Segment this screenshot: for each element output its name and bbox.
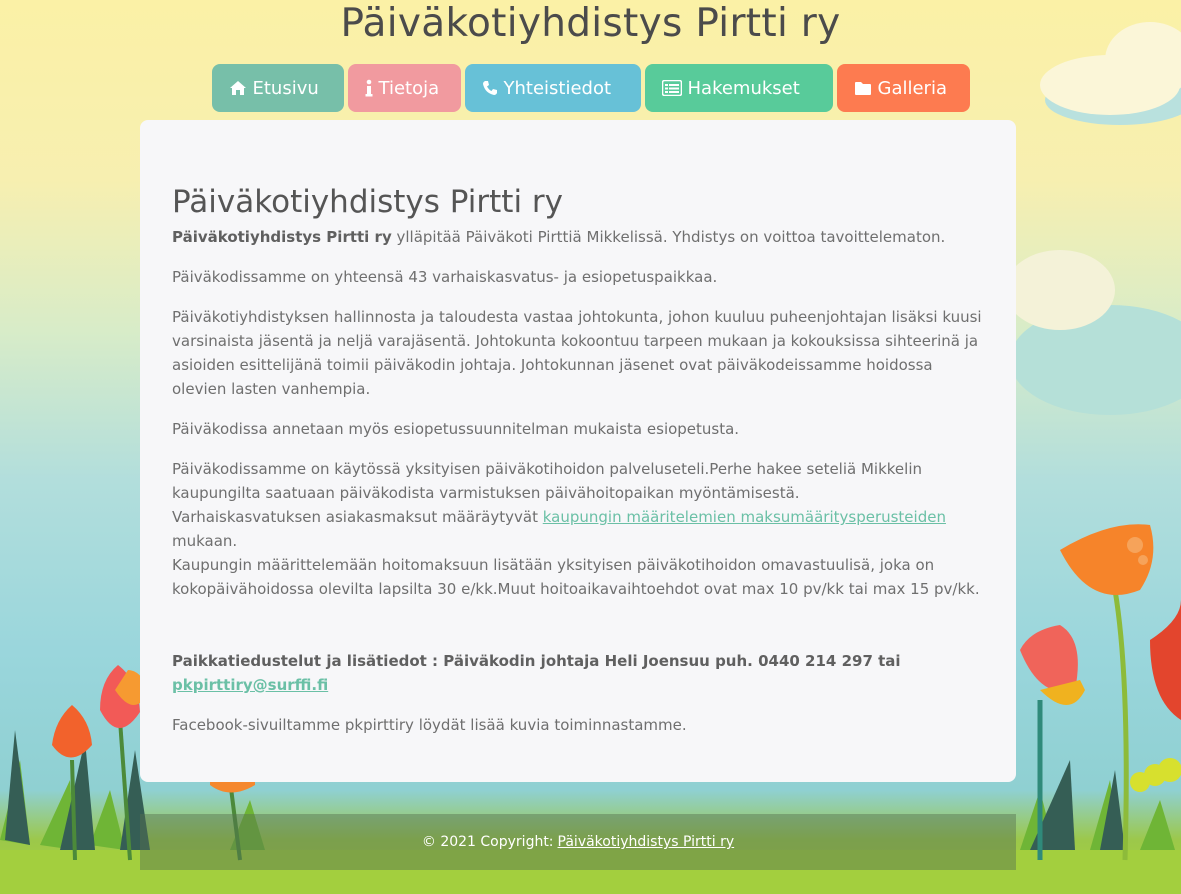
intro-paragraph: Päiväkotiyhdistys Pirtti ry ylläpitää Pä…: [172, 225, 984, 249]
caterpillar: [1130, 758, 1181, 792]
info-icon: [365, 79, 373, 97]
preschool-paragraph: Päiväkodissa annetaan myös esiopetussuun…: [172, 420, 740, 438]
nav-yhteistiedot-label: Yhteistiedot: [503, 77, 612, 99]
intro-bold: Päiväkotiyhdistys Pirtti ry: [172, 228, 392, 246]
folder-icon: [854, 81, 872, 96]
nav-hakemukset-label: Hakemukset: [687, 77, 800, 99]
intro-text: ylläpitää Päiväkoti Pirttiä Mikkelissä. …: [391, 228, 946, 246]
nav-galleria-label: Galleria: [877, 77, 948, 99]
copyright-text: © 2021 Copyright:: [421, 834, 554, 850]
tulip-right-3: [1150, 600, 1181, 720]
site-title: Päiväkotiyhdistys Pirtti ry: [340, 1, 841, 46]
places-paragraph: Päiväkodissamme on yhteensä 43 varhaiska…: [172, 268, 718, 286]
email-link[interactable]: pkpirttiry@surffi.fi: [172, 676, 328, 694]
content-card: Päiväkotiyhdistys Pirtti ry Päiväkotiyhd…: [140, 120, 1016, 782]
nav-tietoja[interactable]: Tietoja: [347, 64, 461, 112]
phone-icon: [482, 80, 498, 96]
nav-tietoja-label: Tietoja: [378, 77, 440, 99]
content-heading: Päiväkotiyhdistys Pirtti ry: [172, 184, 564, 220]
cloud-right: [1005, 250, 1181, 415]
fees-paragraph: Päiväkodissamme on käytössä yksityisen p…: [172, 457, 984, 601]
home-icon: [229, 80, 247, 96]
fees-text-pre: Varhaiskasvatuksen asiakasmaksut määräyt…: [172, 508, 543, 526]
nav-etusivu-label: Etusivu: [252, 77, 319, 99]
contact-text: Paikkatiedustelut ja lisätiedot : Päiväk…: [172, 652, 901, 670]
list-icon: [661, 80, 682, 96]
contact-paragraph: Paikkatiedustelut ja lisätiedot : Päiväk…: [172, 649, 984, 697]
footer: © 2021 Copyright: Päiväkotiyhdistys Pirt…: [140, 814, 1016, 870]
nav-etusivu[interactable]: Etusivu: [211, 64, 344, 112]
board-paragraph: Päiväkotiyhdistyksen hallinnosta ja talo…: [172, 308, 982, 398]
fees-text-post: mukaan.: [172, 532, 238, 550]
nav-yhteistiedot[interactable]: Yhteistiedot: [464, 64, 641, 112]
fees-text-details: Kaupungin määrittelemään hoitomaksuun li…: [172, 556, 980, 598]
main-nav: Etusivu Tietoja Yhteistiedot Hakemukset …: [0, 64, 1181, 112]
footer-link[interactable]: Päiväkotiyhdistys Pirtti ry: [558, 834, 735, 850]
facebook-paragraph: Facebook-sivuiltamme pkpirttiry löydät l…: [172, 716, 687, 734]
voucher-text: Päiväkodissamme on käytössä yksityisen p…: [172, 460, 922, 502]
fees-link[interactable]: kaupungin määritelemien maksumääritysper…: [543, 508, 946, 526]
nav-hakemukset[interactable]: Hakemukset: [644, 64, 833, 112]
nav-galleria[interactable]: Galleria: [836, 64, 970, 112]
